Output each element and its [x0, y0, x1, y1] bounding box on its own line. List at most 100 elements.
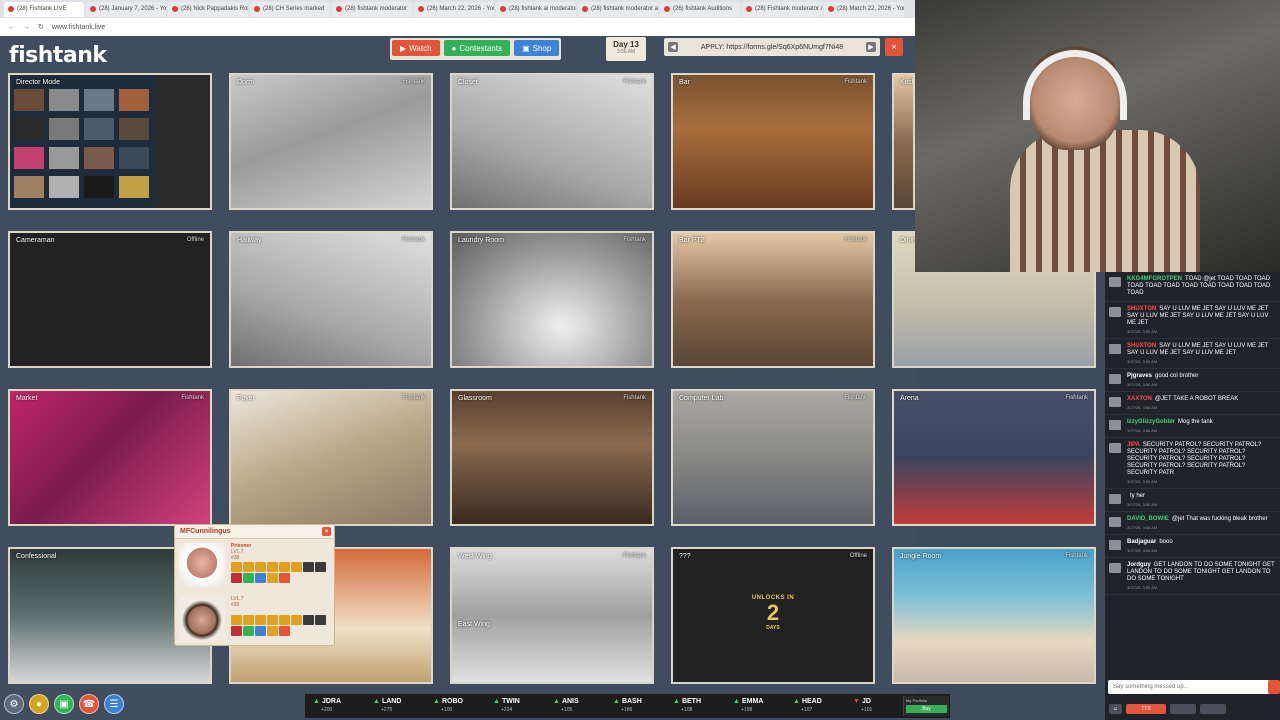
camera-thumbnail[interactable]: [14, 176, 44, 198]
badge-icon[interactable]: [231, 562, 242, 572]
camera-thumbnail[interactable]: [84, 89, 114, 111]
camera-thumbnail[interactable]: [119, 118, 149, 140]
chat-message[interactable]: JIPA SECURITY PATROL? SECURITY PATROL? SE…: [1105, 438, 1280, 489]
contestant-row[interactable]: LVL 7 #39: [175, 592, 334, 645]
badge-icon[interactable]: [255, 573, 266, 583]
avatar[interactable]: [1109, 563, 1121, 573]
badge-icon[interactable]: [279, 562, 290, 572]
portfolio-widget[interactable]: My Portfolio Buy: [903, 696, 949, 716]
chat-username[interactable]: SHUXTON: [1127, 343, 1156, 349]
camera-thumbnail[interactable]: [49, 118, 79, 140]
browser-tab[interactable]: (28) CH Series marked: [250, 1, 330, 17]
camera-tile[interactable]: Computer Lab Fishtank: [671, 389, 875, 526]
prev-arrow-icon[interactable]: ◀: [668, 42, 678, 52]
avatar[interactable]: [1109, 420, 1121, 430]
ticker-item[interactable]: ▲ HEAD +107: [793, 698, 853, 714]
back-icon[interactable]: ←: [8, 24, 15, 31]
badge-icon[interactable]: [267, 615, 278, 625]
chat-username[interactable]: Badjaguar: [1127, 539, 1156, 545]
camera-tile[interactable]: Bar PTZ Fishtank: [671, 231, 875, 368]
badge-icon[interactable]: [255, 615, 266, 625]
chat-username[interactable]: SHUXTON: [1127, 306, 1156, 312]
badge-icon[interactable]: [303, 562, 314, 572]
chat-username[interactable]: JIPA: [1127, 442, 1140, 448]
tts-button[interactable]: TTS: [1126, 703, 1167, 714]
avatar[interactable]: [1109, 494, 1121, 504]
apply-text[interactable]: APPLY: https://forms.gle/Sq6Xp6NUmgf7Ni4…: [701, 44, 843, 51]
camera-thumbnail[interactable]: [84, 176, 114, 198]
chat-username[interactable]: XAXTON: [1127, 396, 1152, 402]
badge-icon[interactable]: [291, 615, 302, 625]
chat-message[interactable]: KKG4MFGROTPEN TOAD @jet TOAD TOAD TOAD TO…: [1105, 272, 1280, 302]
avatar[interactable]: [1109, 540, 1121, 550]
camera-tile[interactable]: Laundry Room Fishtank: [450, 231, 654, 368]
camera-thumbnail[interactable]: [84, 147, 114, 169]
camera-thumbnail[interactable]: [84, 118, 114, 140]
ticker-item[interactable]: ▲ EMMA +198: [733, 698, 793, 714]
camera-tile[interactable]: Dorm Fishtank: [229, 73, 433, 210]
chat-username[interactable]: DAVID_BOWIE: [1127, 516, 1169, 522]
browser-tab[interactable]: (28) fishtank moderator: [332, 1, 412, 17]
chat-username[interactable]: KKG4MFGROTPEN: [1127, 276, 1182, 282]
badge-icon[interactable]: [255, 562, 266, 572]
browser-tab[interactable]: (28) Fishtank LIVE: [4, 1, 84, 17]
ticker-item[interactable]: ▲ BETH +108: [673, 698, 733, 714]
badge-icon[interactable]: [303, 615, 314, 625]
camera-thumbnail[interactable]: [119, 176, 149, 198]
chat-message[interactable]: Pjgraves good col brother 3/27/26, 3:56 AM: [1105, 369, 1280, 392]
camera-tile[interactable]: ??? Offline UNLOCKS IN 2 DAYS: [671, 547, 875, 684]
camera-thumbnail[interactable]: [49, 147, 79, 169]
chat-option-button[interactable]: [1170, 703, 1197, 714]
badge-icon[interactable]: [315, 615, 326, 625]
apply-banner[interactable]: ◀ APPLY: https://forms.gle/Sq6Xp6NUmgf7N…: [664, 38, 880, 56]
browser-tab[interactable]: (26) Nick Pappadakis Roleplay: [168, 1, 248, 17]
settings-button[interactable]: ⚙: [4, 694, 24, 714]
browser-tab[interactable]: (28) Fishtank moderator AI: [742, 1, 822, 17]
ticker-item[interactable]: ▲ JDRA +200: [313, 698, 373, 714]
chat-message[interactable]: ty her 3/27/26, 3:56 AM: [1105, 489, 1280, 512]
coins-button[interactable]: ●: [29, 694, 49, 714]
camera-thumbnail[interactable]: [14, 147, 44, 169]
chat-message[interactable]: IzzyGlizzyGobblr Mog the tank 3/27/26, 3:5…: [1105, 415, 1280, 438]
badge-icon[interactable]: [267, 562, 278, 572]
avatar[interactable]: [1109, 517, 1121, 527]
badge-icon[interactable]: [255, 626, 266, 636]
camera-tile[interactable]: Jungle Room Fishtank: [892, 547, 1096, 684]
browser-tab[interactable]: (28) fishtank ai moderator: [496, 1, 576, 17]
camera-tile[interactable]: West Wing Fishtank East Wing: [450, 547, 654, 684]
popup-close-button[interactable]: ×: [322, 527, 331, 536]
chat-username[interactable]: Pjgraves: [1127, 373, 1152, 379]
ticker-item[interactable]: ▲ TWIN +224: [493, 698, 553, 714]
avatar[interactable]: [1109, 397, 1121, 407]
camera-tile[interactable]: Closet Fishtank: [450, 73, 654, 210]
avatar[interactable]: [1109, 344, 1121, 354]
badge-icon[interactable]: [279, 615, 290, 625]
url-text[interactable]: www.fishtank.live: [52, 24, 105, 31]
chat-username[interactable]: Jordguy: [1127, 562, 1151, 568]
avatar[interactable]: [179, 543, 225, 587]
portfolio-buy-button[interactable]: Buy: [906, 705, 947, 713]
camera-tile[interactable]: Hallway Fishtank: [229, 231, 433, 368]
ticker-item[interactable]: ▲ ROBO +100: [433, 698, 493, 714]
camera-tile[interactable]: Foyer Fishtank: [229, 389, 433, 526]
avatar[interactable]: [1109, 307, 1121, 317]
browser-tab[interactable]: (26) fishtank Auditions: [660, 1, 740, 17]
chat-message[interactable]: XAXTON @JET TAKE A ROBOT BREAK 3/27/26, 3:…: [1105, 392, 1280, 415]
chat-username[interactable]: IzzyGlizzyGobblr: [1127, 419, 1175, 425]
avatar[interactable]: [179, 596, 225, 640]
contestants-button[interactable]: ● Contestants: [443, 40, 511, 56]
camera-thumbnail[interactable]: [49, 176, 79, 198]
badge-icon[interactable]: [231, 573, 242, 583]
chat-message[interactable]: SHUXTON SAY U LUV ME JET SAY U LUV ME JET…: [1105, 339, 1280, 369]
chat-message[interactable]: SHUXTON SAY U LUV ME JET SAY U LUV ME JET…: [1105, 302, 1280, 339]
camera-thumbnail[interactable]: [119, 89, 149, 111]
avatar[interactable]: [1109, 374, 1121, 384]
badge-icon[interactable]: [243, 573, 254, 583]
camera-thumbnail[interactable]: [119, 147, 149, 169]
badge-icon[interactable]: [291, 562, 302, 572]
browser-tab[interactable]: (28) January 7, 2026 - You: [86, 1, 166, 17]
badge-icon[interactable]: [231, 626, 242, 636]
alerts-button[interactable]: ☎: [79, 694, 99, 714]
chat-message[interactable]: Badjaguar booo 3/27/26, 3:56 AM: [1105, 535, 1280, 558]
camera-thumbnail[interactable]: [49, 89, 79, 111]
